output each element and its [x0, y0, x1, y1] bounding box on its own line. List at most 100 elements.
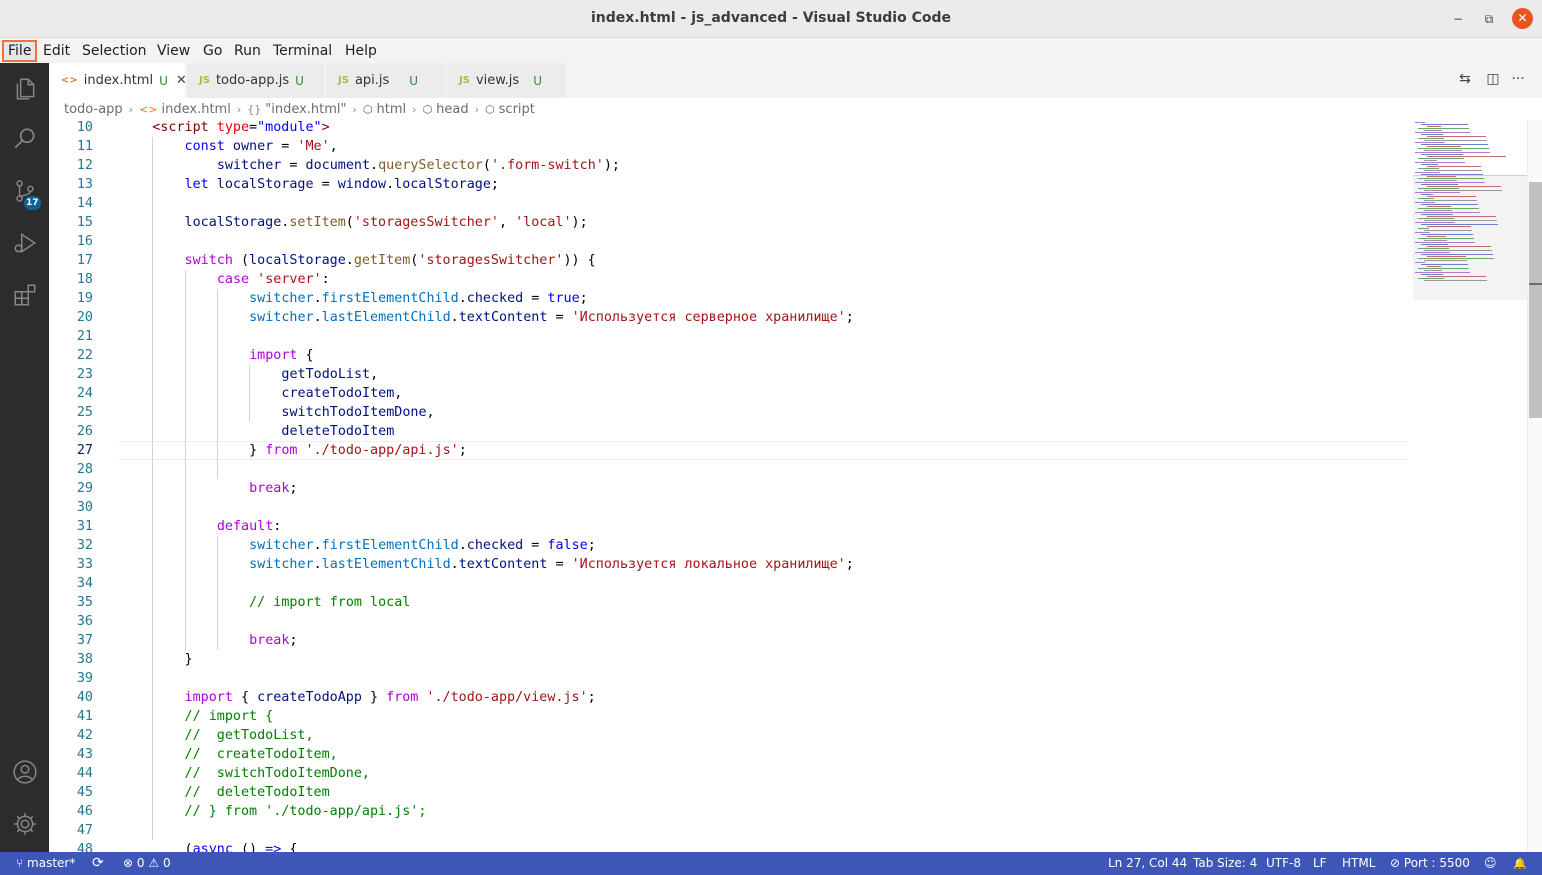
- menu-help[interactable]: Help: [341, 40, 381, 62]
- minimap[interactable]: [1413, 120, 1527, 852]
- live-server-port[interactable]: ⊘ Port : 5500: [1390, 852, 1470, 875]
- code-line[interactable]: 23 getTodoList,: [49, 365, 1409, 384]
- explorer-icon[interactable]: [0, 65, 49, 113]
- code-line[interactable]: 20 switcher.lastElementChild.textContent …: [49, 308, 1409, 327]
- code-line[interactable]: 28: [49, 460, 1409, 479]
- problems-indicator[interactable]: ⊗ 0 ⚠ 0: [123, 852, 171, 875]
- line-number: 35: [76, 595, 93, 610]
- source-control-icon[interactable]: 17: [0, 167, 49, 215]
- language-mode[interactable]: HTML: [1342, 852, 1375, 875]
- open-changes-icon[interactable]: ⇆: [1455, 71, 1475, 91]
- search-icon[interactable]: [0, 115, 49, 163]
- breadcrumb-item-script[interactable]: ⬡ script: [485, 102, 535, 117]
- code-line[interactable]: 11 const owner = 'Me',: [49, 137, 1409, 156]
- code-line[interactable]: 25 switchTodoItemDone,: [49, 403, 1409, 422]
- line-number: 11: [76, 139, 93, 154]
- menu-terminal[interactable]: Terminal: [269, 40, 336, 62]
- encoding[interactable]: UTF-8: [1266, 852, 1301, 875]
- breadcrumb-item-file[interactable]: <> index.html: [139, 102, 231, 117]
- minimize-icon[interactable]: −: [1448, 9, 1468, 29]
- breadcrumb-item-folder[interactable]: todo-app: [64, 102, 123, 117]
- minimap-line: [1427, 196, 1476, 197]
- code-line[interactable]: 36: [49, 612, 1409, 631]
- split-editor-icon[interactable]: ◫: [1483, 71, 1503, 91]
- code-line[interactable]: 43 // createTodoItem,: [49, 745, 1409, 764]
- code-line[interactable]: 32 switcher.firstElementChild.checked = f…: [49, 536, 1409, 555]
- close-icon[interactable]: ✕: [1512, 8, 1533, 29]
- code-line[interactable]: 15 localStorage.setItem('storagesSwitcher…: [49, 213, 1409, 232]
- menu-edit[interactable]: Edit: [39, 40, 74, 62]
- code-line[interactable]: 13 let localStorage = window.localStorage…: [49, 175, 1409, 194]
- code-line[interactable]: 37 break;: [49, 631, 1409, 650]
- tab-size[interactable]: Tab Size: 4: [1193, 852, 1257, 875]
- minimap-line: [1421, 274, 1443, 275]
- cursor-position[interactable]: Ln 27, Col 44: [1108, 852, 1187, 875]
- code-line[interactable]: 22 import {: [49, 346, 1409, 365]
- extensions-icon[interactable]: [0, 271, 49, 319]
- menu-go[interactable]: Go: [199, 40, 226, 62]
- code-line[interactable]: 30: [49, 498, 1409, 517]
- code-line[interactable]: 40 import { createTodoApp } from './todo-…: [49, 688, 1409, 707]
- manage-gear-icon[interactable]: [0, 800, 49, 848]
- line-number: 27: [76, 443, 93, 458]
- tab-api-js[interactable]: JS api.js U: [326, 63, 446, 98]
- code-line[interactable]: 18 case 'server':: [49, 270, 1409, 289]
- scrollbar-thumb[interactable]: [1529, 182, 1542, 418]
- code-editor[interactable]: 10 <script type="module"> 11 const owner = …: [49, 120, 1527, 852]
- close-icon[interactable]: ✕: [176, 73, 187, 88]
- tab-view-js[interactable]: JS view.js U: [447, 63, 567, 98]
- run-debug-icon[interactable]: [0, 219, 49, 267]
- menu-view[interactable]: View: [153, 40, 194, 62]
- code-line[interactable]: 31 default:: [49, 517, 1409, 536]
- menu-selection[interactable]: Selection: [78, 40, 151, 62]
- minimap-line: [1415, 122, 1425, 123]
- source-control-badge: 17: [24, 196, 41, 210]
- code-line[interactable]: 44 // switchTodoItemDone,: [49, 764, 1409, 783]
- feedback-icon[interactable]: ☺: [1484, 852, 1497, 875]
- more-actions-icon[interactable]: ···: [1508, 71, 1528, 91]
- code-line[interactable]: 17 switch (localStorage.getItem('storages…: [49, 251, 1409, 270]
- breadcrumb-item-html[interactable]: ⬡ html: [363, 102, 406, 117]
- tab-status: U: [409, 73, 419, 88]
- restore-icon[interactable]: ⧉: [1479, 9, 1499, 29]
- end-of-line[interactable]: LF: [1313, 852, 1327, 875]
- accounts-icon[interactable]: [0, 748, 49, 796]
- code-line[interactable]: 10 <script type="module">: [49, 120, 1409, 137]
- code-line[interactable]: 12 switcher = document.querySelector('.fo…: [49, 156, 1409, 175]
- code-line[interactable]: 45 // deleteTodoItem: [49, 783, 1409, 802]
- breadcrumb-item-document[interactable]: {} "index.html": [247, 102, 346, 117]
- code-line[interactable]: 34: [49, 574, 1409, 593]
- minimap-line: [1421, 214, 1453, 215]
- code-line[interactable]: 47: [49, 821, 1409, 840]
- code-line[interactable]: 38}: [49, 650, 1409, 669]
- code-line[interactable]: 35 // import from local: [49, 593, 1409, 612]
- code-line[interactable]: 24 createTodoItem,: [49, 384, 1409, 403]
- menu-file[interactable]: File: [2, 40, 38, 62]
- minimap-line: [1421, 264, 1468, 265]
- code-line[interactable]: 48 (async () => {: [49, 840, 1409, 852]
- tab-todo-app-js[interactable]: JS todo-app.js U: [187, 63, 325, 98]
- vertical-scrollbar[interactable]: [1527, 120, 1542, 852]
- notifications-bell-icon[interactable]: 🔔: [1513, 852, 1527, 875]
- indent-guide: [184, 270, 186, 650]
- code-line[interactable]: 26 deleteTodoItem: [49, 422, 1409, 441]
- minimap-line: [1418, 178, 1484, 179]
- code-line[interactable]: 19 switcher.firstElementChild.checked = t…: [49, 289, 1409, 308]
- sync-icon[interactable]: ⟳: [92, 852, 104, 875]
- branch-indicator[interactable]: ⑂ master*: [16, 852, 75, 875]
- code-line[interactable]: 42 // getTodoList,: [49, 726, 1409, 745]
- tab-index-html[interactable]: <> index.html U ✕: [49, 63, 187, 98]
- breadcrumb-item-head[interactable]: ⬡ head: [423, 102, 469, 117]
- code-line[interactable]: 27} from './todo-app/api.js';: [49, 441, 1409, 460]
- code-line[interactable]: 29 break;: [49, 479, 1409, 498]
- code-line[interactable]: 21: [49, 327, 1409, 346]
- breadcrumb-label: todo-app: [64, 101, 123, 117]
- code-text: const owner = 'Me',: [184, 139, 338, 154]
- menu-run[interactable]: Run: [230, 40, 265, 62]
- code-line[interactable]: 16: [49, 232, 1409, 251]
- code-line[interactable]: 14: [49, 194, 1409, 213]
- code-line[interactable]: 41 // import {: [49, 707, 1409, 726]
- code-line[interactable]: 39: [49, 669, 1409, 688]
- code-line[interactable]: 46 // } from './todo-app/api.js';: [49, 802, 1409, 821]
- code-line[interactable]: 33 switcher.lastElementChild.textContent …: [49, 555, 1409, 574]
